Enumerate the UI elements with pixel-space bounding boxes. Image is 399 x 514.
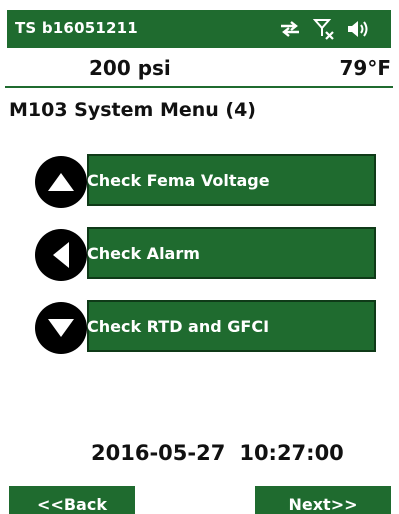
up-arrow-icon[interactable] [35,156,87,208]
menu-item-fema-voltage[interactable]: Check Fema Voltage [35,154,377,210]
datetime-display: 2016-05-27 10:27:00 [91,441,344,465]
speaker-icon [347,19,369,39]
time-text: 10:27:00 [239,441,344,465]
down-arrow-icon[interactable] [35,302,87,354]
check-alarm-button[interactable]: Check Alarm [87,227,376,279]
temperature-reading: 79°F [339,56,392,80]
menu-item-label: Check Fema Voltage [87,170,270,190]
back-button[interactable]: <<Back [9,486,135,514]
pressure-reading: 200 psi [89,56,171,80]
device-screen: TS b16051211 200 psi 79°F M103 System Me… [5,8,393,514]
device-id: TS b16051211 [15,19,138,37]
no-signal-icon [313,18,335,40]
menu-item-rtd-gfci[interactable]: Check RTD and GFCI [35,300,377,356]
left-arrow-icon[interactable] [35,229,87,281]
date-text: 2016-05-27 [91,441,226,465]
menu-item-label: Check Alarm [87,243,200,263]
next-button[interactable]: Next>> [255,486,391,514]
sync-arrows-icon [279,20,301,38]
status-icons [279,18,369,40]
check-fema-voltage-button[interactable]: Check Fema Voltage [87,154,376,206]
status-bar: TS b16051211 [5,8,393,50]
page-title: M103 System Menu (4) [9,99,256,121]
menu-item-label: Check RTD and GFCI [87,316,270,336]
readings-bar: 200 psi 79°F [5,50,393,88]
menu-item-alarm[interactable]: Check Alarm [35,227,377,283]
check-rtd-gfci-button[interactable]: Check RTD and GFCI [87,300,376,352]
